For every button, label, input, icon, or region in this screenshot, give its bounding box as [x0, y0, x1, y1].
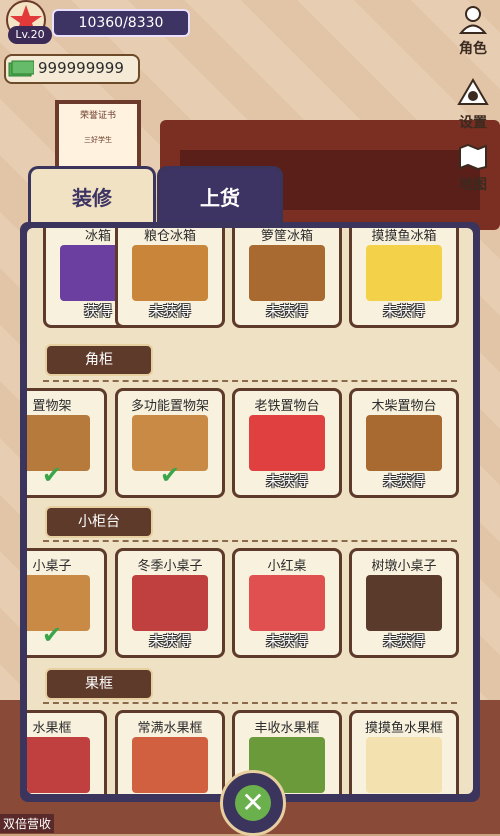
certificate-title: 荣誉证书 [79, 111, 116, 121]
item-name: 箩筐冰箱 [260, 229, 313, 244]
item-status: 未获得 [383, 304, 425, 320]
item-name: 树墩小桌子 [371, 559, 437, 574]
item-name: 水果框 [32, 721, 72, 736]
item-image [366, 245, 442, 301]
item-image [249, 415, 325, 471]
settings-button[interactable]: 设置 [448, 74, 498, 131]
divider [43, 540, 457, 542]
item-status: 未获得 [266, 634, 308, 650]
divider [43, 702, 457, 704]
item-status: 未获得 [383, 474, 425, 490]
item-card[interactable]: 小红桌 未获得 [232, 548, 342, 658]
item-name: 常满水果框 [137, 721, 203, 736]
item-card[interactable]: 粮仓冰箱 未获得 [115, 228, 225, 328]
item-name: 多功能置物架 [130, 399, 209, 414]
item-status: 未获得 [266, 474, 308, 490]
section-small-counter: 小柜台 [45, 506, 153, 538]
owned-check-icon: ✔ [160, 461, 181, 489]
map-button[interactable]: 地图 [448, 143, 498, 200]
character-button[interactable]: 角色 [448, 4, 498, 60]
close-button[interactable]: ✕ [220, 770, 286, 836]
double-revenue-label[interactable]: 双倍营收 [0, 814, 55, 833]
tab-restock[interactable]: 上货 [157, 166, 283, 227]
item-card[interactable]: 老铁置物台 未获得 [232, 388, 342, 498]
item-image [366, 737, 442, 793]
item-name: 摸摸鱼水果框 [364, 721, 443, 736]
cash-icon [8, 60, 34, 77]
item-image [132, 245, 208, 301]
item-image [132, 575, 208, 631]
item-name: 木柴置物台 [371, 399, 437, 414]
section-fruit-basket: 果框 [45, 668, 153, 700]
item-card[interactable]: 多功能置物架 ✔ [115, 388, 225, 498]
character-icon [458, 6, 488, 34]
item-card[interactable]: 常满水果框 [115, 710, 225, 794]
section-corner-cabinet: 角柜 [45, 344, 153, 376]
item-status: 未获得 [266, 304, 308, 320]
item-name: 置物架 [32, 399, 72, 414]
tab-decorate[interactable]: 装修 [28, 166, 156, 227]
item-name: 丰收水果框 [254, 721, 320, 736]
item-image [249, 575, 325, 631]
certificate-name: 三好学生 [84, 136, 112, 144]
item-card[interactable]: 冬季小桌子 未获得 [115, 548, 225, 658]
item-image [366, 575, 442, 631]
item-status: 未获得 [149, 304, 191, 320]
xp-bar: 10360/8330 [52, 9, 190, 37]
item-name: 小红桌 [267, 559, 307, 574]
item-name: 老铁置物台 [254, 399, 320, 414]
item-name: 小桌子 [32, 559, 72, 574]
item-card[interactable]: 木柴置物台 未获得 [349, 388, 459, 498]
item-card[interactable]: 摸摸鱼水果框 [349, 710, 459, 794]
settings-label: 设置 [459, 115, 487, 131]
owned-check-icon: ✔ [42, 461, 63, 489]
close-icon: ✕ [235, 785, 271, 821]
money-value: 999999999 [38, 59, 124, 77]
level-badge: Lv.20 [8, 26, 52, 44]
item-image [366, 415, 442, 471]
item-name: 粮仓冰箱 [143, 229, 196, 244]
item-status: 未获得 [383, 634, 425, 650]
item-card[interactable]: 小桌子 ✔ [27, 548, 107, 658]
item-name: 摸摸鱼冰箱 [371, 229, 437, 244]
gear-icon [457, 78, 489, 105]
map-label: 地图 [459, 177, 487, 193]
item-card[interactable]: 树墩小桌子 未获得 [349, 548, 459, 658]
owned-check-icon: ✔ [42, 621, 63, 649]
item-card[interactable]: 置物架 ✔ [27, 388, 107, 498]
item-image [249, 245, 325, 301]
item-image [132, 737, 208, 793]
item-card[interactable]: 箩筐冰箱 未获得 [232, 228, 342, 328]
item-card[interactable]: 水果框 [27, 710, 107, 794]
item-image [27, 737, 90, 793]
item-card[interactable]: 摸摸鱼冰箱 未获得 [349, 228, 459, 328]
character-label: 角色 [459, 41, 487, 57]
item-name: 冬季小桌子 [137, 559, 203, 574]
divider [43, 380, 457, 382]
certificate-frame: 荣誉证书 三好学生 [55, 100, 141, 170]
item-status: 未获得 [149, 634, 191, 650]
decoration-list[interactable]: 冰箱 获得 粮仓冰箱 未获得 箩筐冰箱 未获得 摸摸鱼冰箱 未获得 角柜 置物架… [27, 228, 473, 794]
money-display: 999999999 [4, 54, 140, 84]
map-icon [459, 143, 487, 171]
